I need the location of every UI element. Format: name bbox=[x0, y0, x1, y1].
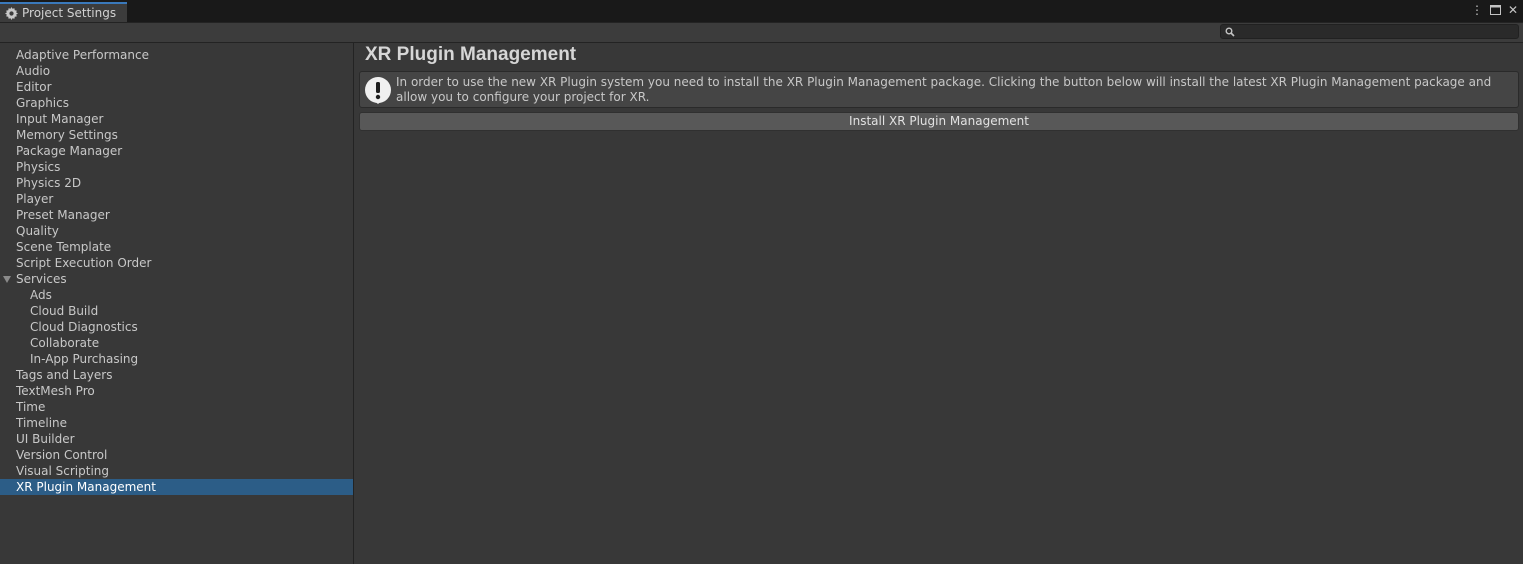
sidebar-item-label: Ads bbox=[30, 288, 52, 302]
help-box: In order to use the new XR Plugin system… bbox=[359, 71, 1519, 108]
sidebar-item-label: Script Execution Order bbox=[16, 256, 152, 270]
search-bar bbox=[0, 23, 1523, 43]
sidebar-item-label: Physics 2D bbox=[16, 176, 82, 190]
sidebar-item-label: Memory Settings bbox=[16, 128, 118, 142]
sidebar-item-label: Collaborate bbox=[30, 336, 100, 350]
sidebar-item-ads[interactable]: Ads bbox=[0, 287, 353, 303]
sidebar-item-label: Services bbox=[16, 272, 67, 286]
sidebar-item-cloud-diagnostics[interactable]: Cloud Diagnostics bbox=[0, 319, 353, 335]
sidebar-item-label: Timeline bbox=[16, 416, 68, 430]
sidebar-item-services[interactable]: Services bbox=[0, 271, 353, 287]
sidebar-item-label: Adaptive Performance bbox=[16, 48, 149, 62]
sidebar-item-collaborate[interactable]: Collaborate bbox=[0, 335, 353, 351]
sidebar-item-label: Scene Template bbox=[16, 240, 112, 254]
sidebar-item-physics-2d[interactable]: Physics 2D bbox=[0, 175, 353, 191]
sidebar-item-label: Physics bbox=[16, 160, 61, 174]
sidebar-item-graphics[interactable]: Graphics bbox=[0, 95, 353, 111]
sidebar-item-label: UI Builder bbox=[16, 432, 75, 446]
sidebar-item-scene-template[interactable]: Scene Template bbox=[0, 239, 353, 255]
sidebar-item-label: Tags and Layers bbox=[16, 368, 113, 382]
sidebar-item-ui-builder[interactable]: UI Builder bbox=[0, 431, 353, 447]
sidebar-item-editor[interactable]: Editor bbox=[0, 79, 353, 95]
sidebar-item-label: Audio bbox=[16, 64, 51, 78]
page-title: XR Plugin Management bbox=[365, 44, 577, 65]
tab-bar: Project Settings ⋮ ✕ bbox=[0, 0, 1523, 23]
search-icon bbox=[1225, 27, 1235, 37]
sidebar-item-label: In-App Purchasing bbox=[30, 352, 139, 366]
sidebar-item-label: Editor bbox=[16, 80, 52, 94]
sidebar-item-physics[interactable]: Physics bbox=[0, 159, 353, 175]
sidebar-item-package-manager[interactable]: Package Manager bbox=[0, 143, 353, 159]
gear-icon bbox=[5, 6, 18, 20]
sidebar-item-label: Input Manager bbox=[16, 112, 104, 126]
sidebar-item-label: Version Control bbox=[16, 448, 108, 462]
sidebar-item-xr-plugin-management[interactable]: XR Plugin Management bbox=[0, 479, 353, 495]
settings-sidebar: Adaptive Performance Audio Editor Graphics I… bbox=[0, 43, 354, 564]
warning-icon bbox=[365, 77, 391, 104]
sidebar-item-timeline[interactable]: Timeline bbox=[0, 415, 353, 431]
tab-title: Project Settings bbox=[22, 6, 117, 20]
help-message: In order to use the new XR Plugin system… bbox=[396, 75, 1492, 104]
sidebar-item-adaptive-performance[interactable]: Adaptive Performance bbox=[0, 47, 353, 63]
sidebar-item-tags-and-layers[interactable]: Tags and Layers bbox=[0, 367, 353, 383]
expand-triangle-icon[interactable] bbox=[3, 276, 11, 283]
sidebar-item-textmesh-pro[interactable]: TextMesh Pro bbox=[0, 383, 353, 399]
sidebar-item-label: Visual Scripting bbox=[16, 464, 109, 478]
sidebar-item-player[interactable]: Player bbox=[0, 191, 353, 207]
sidebar-item-preset-manager[interactable]: Preset Manager bbox=[0, 207, 353, 223]
sidebar-item-label: Graphics bbox=[16, 96, 69, 110]
sidebar-item-in-app-purchasing[interactable]: In-App Purchasing bbox=[0, 351, 353, 367]
sidebar-item-input-manager[interactable]: Input Manager bbox=[0, 111, 353, 127]
sidebar-item-memory-settings[interactable]: Memory Settings bbox=[0, 127, 353, 143]
sidebar-item-cloud-build[interactable]: Cloud Build bbox=[0, 303, 353, 319]
sidebar-item-audio[interactable]: Audio bbox=[0, 63, 353, 79]
close-icon[interactable]: ✕ bbox=[1507, 3, 1519, 17]
sidebar-item-label: Package Manager bbox=[16, 144, 123, 158]
sidebar-item-time[interactable]: Time bbox=[0, 399, 353, 415]
sidebar-item-label: Time bbox=[16, 400, 46, 414]
sidebar-item-label: XR Plugin Management bbox=[16, 480, 156, 494]
sidebar-item-label: Cloud Diagnostics bbox=[30, 320, 138, 334]
more-icon[interactable]: ⋮ bbox=[1471, 3, 1483, 17]
sidebar-item-label: Cloud Build bbox=[30, 304, 99, 318]
search-input[interactable] bbox=[1220, 24, 1519, 39]
sidebar-item-label: TextMesh Pro bbox=[16, 384, 95, 398]
install-xr-plugin-button[interactable]: Install XR Plugin Management bbox=[359, 112, 1519, 131]
sidebar-item-version-control[interactable]: Version Control bbox=[0, 447, 353, 463]
window-controls: ⋮ ✕ bbox=[1471, 3, 1519, 17]
settings-panel: XR Plugin Management In order to use the… bbox=[355, 43, 1523, 564]
sidebar-item-label: Quality bbox=[16, 224, 59, 238]
sidebar-item-label: Player bbox=[16, 192, 54, 206]
sidebar-item-label: Preset Manager bbox=[16, 208, 110, 222]
sidebar-item-script-execution-order[interactable]: Script Execution Order bbox=[0, 255, 353, 271]
sidebar-item-quality[interactable]: Quality bbox=[0, 223, 353, 239]
maximize-icon[interactable] bbox=[1489, 3, 1501, 17]
tab-project-settings[interactable]: Project Settings bbox=[0, 2, 127, 22]
sidebar-item-visual-scripting[interactable]: Visual Scripting bbox=[0, 463, 353, 479]
